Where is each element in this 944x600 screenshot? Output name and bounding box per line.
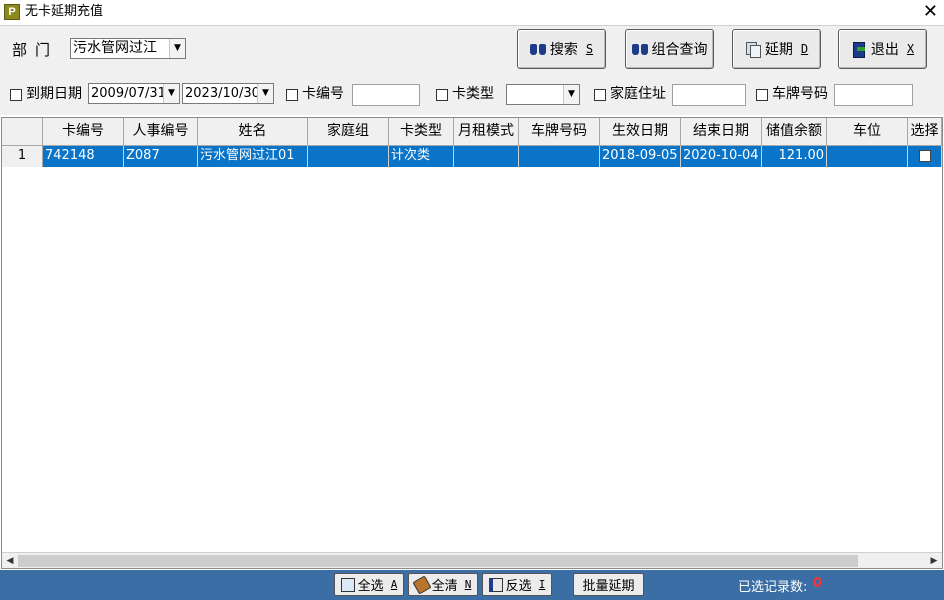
invert-label: 反选	[505, 579, 532, 594]
clear-all-shortcut: N	[464, 578, 472, 591]
col-header[interactable]: 卡类型	[389, 118, 454, 146]
invert-selection-button[interactable]: 反选 I	[482, 573, 552, 596]
app-icon: P	[4, 4, 20, 20]
exit-button-label: 退出	[870, 42, 899, 58]
col-header[interactable]: 姓名	[198, 118, 308, 146]
col-header[interactable]: 储值余额	[762, 118, 827, 146]
brush-icon	[412, 574, 432, 595]
status-bar: 全选 A 全清 N 反选 I 批量延期 已选记录数: 0	[0, 570, 944, 600]
cell-monthly-mode[interactable]	[454, 146, 519, 167]
row-number-header	[2, 118, 43, 146]
select-all-button[interactable]: 全选 A	[334, 573, 404, 596]
extend-button-label: 延期	[764, 42, 793, 58]
chevron-down-icon[interactable]: ▼	[169, 39, 185, 58]
combo-query-button[interactable]: 组合查询	[625, 29, 714, 69]
cell-family-group[interactable]	[308, 146, 389, 167]
col-header[interactable]: 人事编号	[124, 118, 198, 146]
home-addr-label: 家庭住址	[610, 86, 666, 102]
clear-all-button[interactable]: 全清 N	[408, 573, 478, 596]
card-no-label: 卡编号	[302, 86, 344, 102]
plate-input[interactable]	[834, 84, 913, 106]
filter-panel: 部门 污水管网过江 ▼ 搜索 S 组合查询 延期 D 退出 X 到期日期 200…	[0, 25, 944, 115]
table-row[interactable]: 1 742148 Z087 污水管网过江01 计次类 2018-09-05 20…	[2, 146, 942, 167]
binoculars-icon	[631, 41, 648, 57]
plate-checkbox[interactable]	[756, 89, 768, 101]
cell-end-date[interactable]: 2020-10-04	[681, 146, 762, 167]
col-header[interactable]: 生效日期	[600, 118, 681, 146]
copy-icon	[745, 41, 761, 58]
card-no-input[interactable]	[352, 84, 420, 106]
dept-select-value: 污水管网过江	[73, 40, 157, 56]
cell-select[interactable]	[908, 146, 942, 167]
row-select-checkbox[interactable]	[918, 150, 931, 162]
col-header[interactable]: 家庭组	[308, 118, 389, 146]
card-type-checkbox[interactable]	[436, 89, 448, 101]
col-header[interactable]: 选择	[908, 118, 942, 146]
date-to-picker[interactable]: 2023/10/30 ▼	[182, 83, 274, 104]
col-header[interactable]: 卡编号	[43, 118, 124, 146]
dept-select[interactable]: 污水管网过江 ▼	[70, 38, 186, 59]
home-addr-input[interactable]	[672, 84, 746, 106]
exit-button[interactable]: 退出 X	[838, 29, 927, 69]
expire-date-checkbox[interactable]	[10, 89, 22, 101]
select-all-icon	[340, 577, 355, 592]
extend-shortcut: D	[800, 42, 809, 56]
col-header[interactable]: 月租模式	[454, 118, 519, 146]
col-header[interactable]: 车牌号码	[519, 118, 600, 146]
row-number: 1	[2, 146, 43, 167]
batch-extend-button[interactable]: 批量延期	[573, 573, 644, 596]
date-from-picker[interactable]: 2009/07/31 ▼	[88, 83, 180, 104]
exit-icon	[851, 41, 867, 58]
invert-shortcut: I	[538, 578, 546, 591]
binoculars-icon	[529, 41, 546, 57]
cell-card-type[interactable]: 计次类	[389, 146, 454, 167]
scroll-thumb[interactable]	[18, 555, 858, 567]
cell-balance[interactable]: 121.00	[762, 146, 827, 167]
col-header[interactable]: 车位	[827, 118, 908, 146]
grid-header: 卡编号 人事编号 姓名 家庭组 卡类型 月租模式 车牌号码 生效日期 结束日期 …	[2, 118, 942, 146]
select-all-shortcut: A	[390, 578, 398, 591]
close-icon[interactable]: ✕	[923, 2, 938, 22]
expire-date-label: 到期日期	[26, 86, 82, 102]
exit-shortcut: X	[906, 42, 915, 56]
chevron-down-icon[interactable]: ▼	[257, 84, 273, 103]
plate-label: 车牌号码	[772, 86, 828, 102]
cell-emp-no[interactable]: Z087	[124, 146, 198, 167]
cell-card-no[interactable]: 742148	[43, 146, 124, 167]
card-type-select[interactable]: ▼	[506, 84, 580, 105]
selected-count-value: 0	[813, 576, 823, 591]
card-no-checkbox[interactable]	[286, 89, 298, 101]
card-type-label: 卡类型	[452, 86, 494, 102]
scroll-right-icon[interactable]: ▶	[926, 553, 942, 569]
combo-query-label: 组合查询	[651, 42, 708, 58]
batch-extend-label: 批量延期	[582, 579, 635, 594]
window-title: 无卡延期充值	[25, 4, 104, 19]
selected-count-label: 已选记录数:	[738, 580, 808, 595]
date-to-value: 2023/10/30	[185, 86, 260, 101]
cell-name[interactable]: 污水管网过江01	[198, 146, 308, 167]
cell-plate[interactable]	[519, 146, 600, 167]
horizontal-scrollbar[interactable]: ◀ ▶	[2, 552, 942, 568]
card-grid[interactable]: 卡编号 人事编号 姓名 家庭组 卡类型 月租模式 车牌号码 生效日期 结束日期 …	[1, 117, 943, 569]
col-header[interactable]: 结束日期	[681, 118, 762, 146]
select-all-label: 全选	[357, 579, 384, 594]
date-from-value: 2009/07/31	[91, 86, 166, 101]
scroll-left-icon[interactable]: ◀	[2, 553, 18, 569]
extend-button[interactable]: 延期 D	[732, 29, 821, 69]
cell-start-date[interactable]: 2018-09-05	[600, 146, 681, 167]
search-button[interactable]: 搜索 S	[517, 29, 606, 69]
search-button-label: 搜索	[549, 42, 578, 58]
search-shortcut: S	[585, 42, 594, 56]
clear-all-label: 全清	[431, 579, 458, 594]
cell-parking-slot[interactable]	[827, 146, 908, 167]
dept-label: 部门	[12, 41, 59, 59]
chevron-down-icon[interactable]: ▼	[163, 84, 179, 103]
invert-icon	[488, 577, 503, 592]
title-bar: P 无卡延期充值 ✕	[0, 0, 944, 24]
chevron-down-icon[interactable]: ▼	[563, 85, 579, 104]
home-addr-checkbox[interactable]	[594, 89, 606, 101]
